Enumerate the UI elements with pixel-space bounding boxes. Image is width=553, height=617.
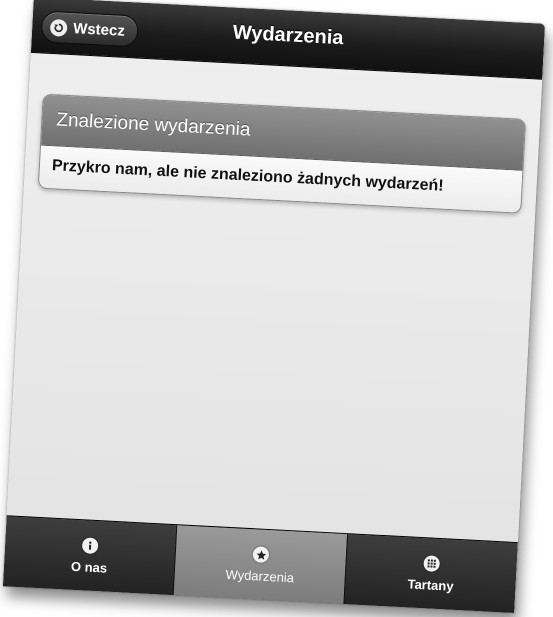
tab-wydarzenia[interactable]: Wydarzenia <box>173 525 349 606</box>
app-screen: Wstecz Wydarzenia Znalezione wydarzenia … <box>2 0 546 613</box>
tab-wydarzenia-label: Wydarzenia <box>225 566 295 586</box>
screenshot-stage: Wstecz Wydarzenia Znalezione wydarzenia … <box>0 0 553 617</box>
page-title: Wydarzenia <box>232 21 345 50</box>
main-content: Znalezione wydarzenia Przykro nam, ale n… <box>7 53 542 541</box>
events-panel: Znalezione wydarzenia Przykro nam, ale n… <box>37 93 527 214</box>
grid-icon <box>423 555 441 573</box>
tab-o-nas-label: O nas <box>70 558 108 576</box>
tab-tartany-label: Tartany <box>407 576 454 594</box>
star-icon <box>252 546 270 564</box>
tab-o-nas[interactable]: O nas <box>2 516 178 597</box>
tab-tartany[interactable]: Tartany <box>344 534 517 613</box>
info-icon <box>81 537 99 555</box>
